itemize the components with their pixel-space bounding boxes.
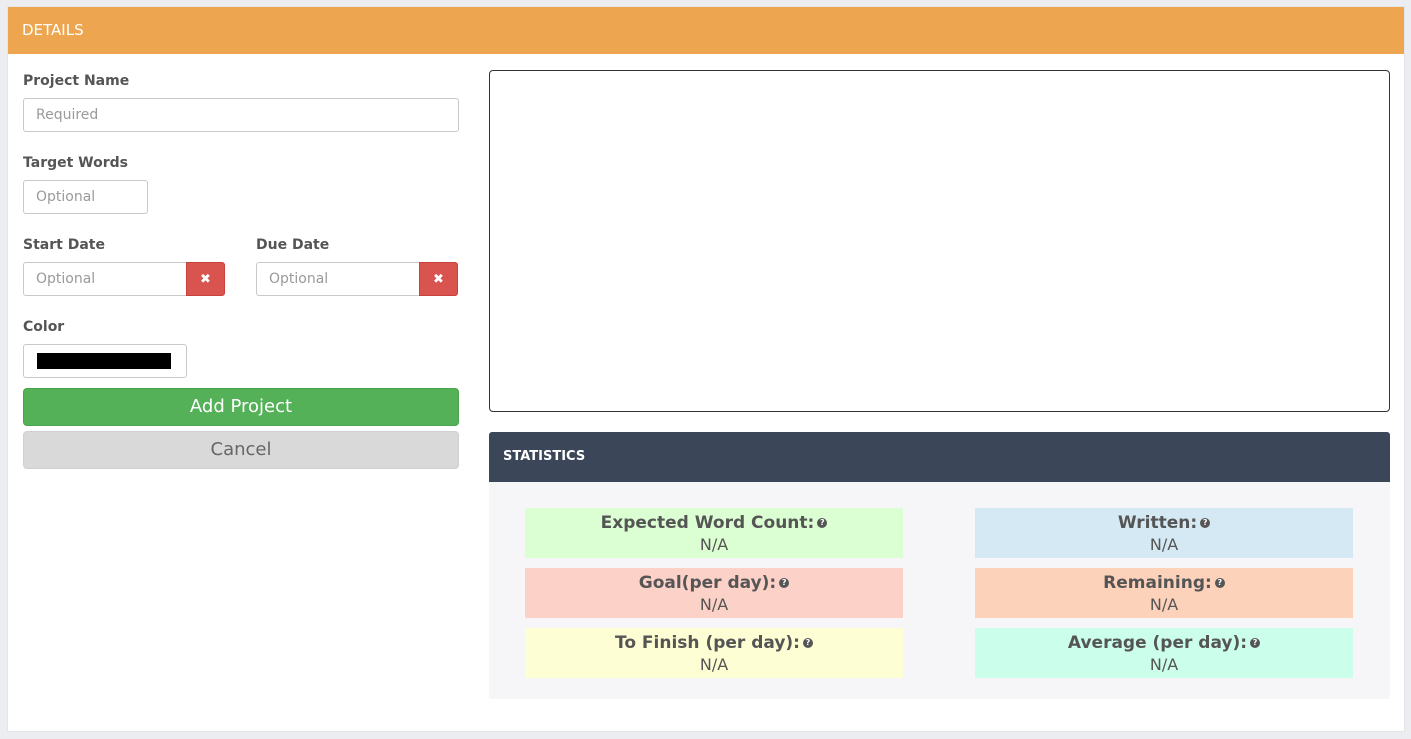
stat-value: N/A: [1149, 535, 1179, 554]
help-icon[interactable]: ?: [779, 578, 790, 588]
stat-remaining: Remaining:? N/A: [975, 568, 1353, 618]
statistics-header: STATISTICS: [489, 432, 1390, 482]
target-words-input[interactable]: Optional: [23, 180, 148, 214]
help-icon[interactable]: ?: [817, 518, 828, 528]
chart-area: [489, 70, 1390, 412]
start-date-label: Start Date: [23, 237, 105, 253]
due-date-input[interactable]: Optional: [256, 262, 419, 296]
clear-due-date-button[interactable]: ✖: [419, 262, 458, 296]
statistics-panel: STATISTICS Expected Word Count:? N/A Wri…: [489, 432, 1390, 699]
cancel-button[interactable]: Cancel: [23, 431, 459, 469]
stat-written: Written:? N/A: [975, 508, 1353, 558]
due-date-group: Due Date Optional ✖: [256, 237, 458, 296]
details-panel: DETAILS Project Name Required Target Wor…: [7, 6, 1405, 732]
stat-expected-word-count: Expected Word Count:? N/A: [525, 508, 903, 558]
stat-value: N/A: [1149, 595, 1179, 614]
add-project-button[interactable]: Add Project: [23, 388, 459, 426]
start-date-group: Start Date Optional ✖: [23, 237, 225, 296]
close-icon: ✖: [200, 271, 211, 287]
project-form: Project Name Required Target Words Optio…: [23, 73, 459, 469]
stat-label: Average (per day):: [1067, 633, 1248, 653]
color-picker[interactable]: [23, 344, 187, 378]
stat-goal-per-day: Goal(per day):? N/A: [525, 568, 903, 618]
stat-value: N/A: [699, 655, 729, 674]
stat-value: N/A: [699, 595, 729, 614]
project-name-input[interactable]: Required: [23, 98, 459, 132]
stat-label: Expected Word Count:: [600, 513, 815, 533]
start-date-input[interactable]: Optional: [23, 262, 186, 296]
clear-start-date-button[interactable]: ✖: [186, 262, 225, 296]
close-icon: ✖: [433, 271, 444, 287]
help-icon[interactable]: ?: [1214, 578, 1225, 588]
help-icon[interactable]: ?: [1200, 518, 1211, 528]
project-name-label: Project Name: [23, 73, 130, 89]
stat-to-finish-per-day: To Finish (per day):? N/A: [525, 628, 903, 678]
stat-label: To Finish (per day):: [615, 633, 800, 653]
stat-label: Goal(per day):: [638, 573, 777, 593]
stat-value: N/A: [699, 535, 729, 554]
stat-value: N/A: [1149, 655, 1179, 674]
panel-header: DETAILS: [8, 7, 1404, 54]
due-date-label: Due Date: [256, 237, 330, 253]
help-icon[interactable]: ?: [802, 638, 813, 648]
stat-average-per-day: Average (per day):? N/A: [975, 628, 1353, 678]
target-words-label: Target Words: [23, 155, 128, 171]
help-icon[interactable]: ?: [1250, 638, 1261, 648]
color-label: Color: [23, 319, 65, 335]
stat-label: Written:: [1117, 513, 1198, 533]
color-swatch: [37, 353, 171, 369]
stat-label: Remaining:: [1103, 573, 1212, 593]
